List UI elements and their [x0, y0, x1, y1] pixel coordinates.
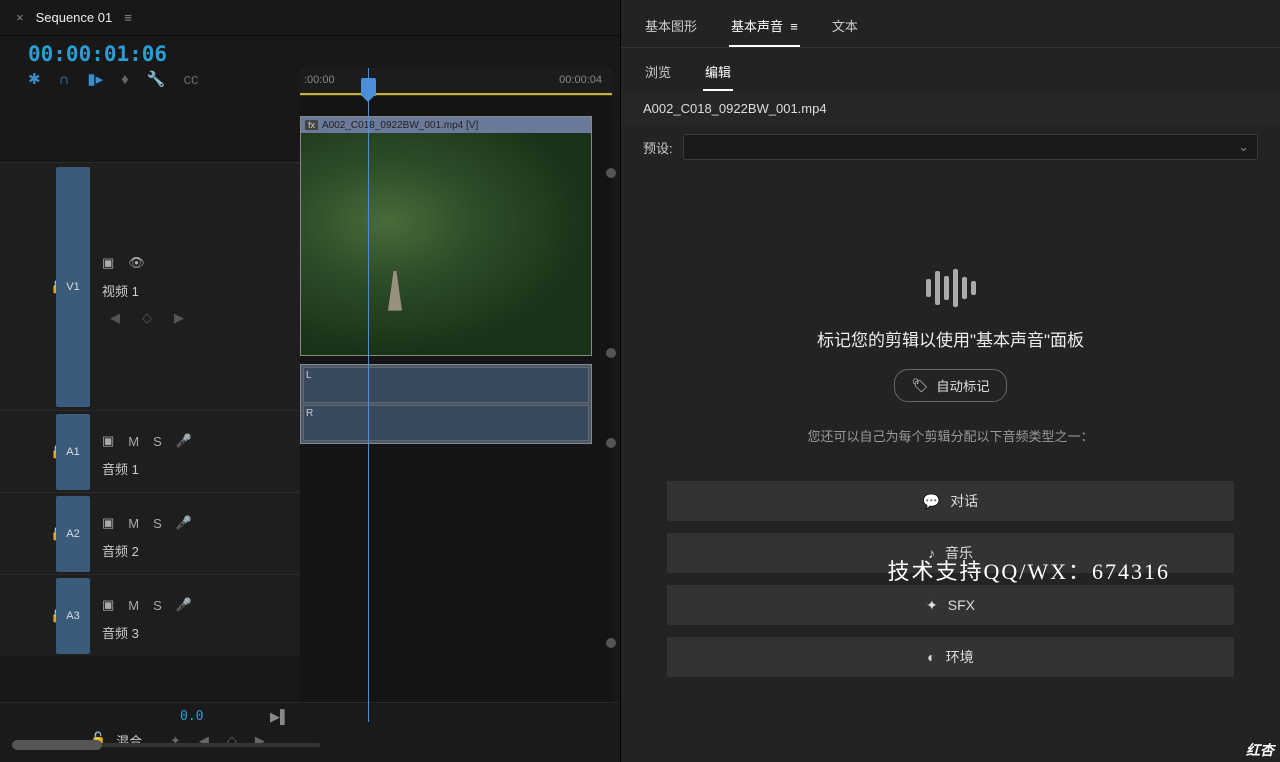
lock-icon[interactable]: 🔓	[0, 444, 50, 460]
playhead-handle[interactable]	[361, 78, 376, 96]
empty-heading: 标记您的剪辑以使用"基本声音"面板	[817, 326, 1084, 351]
close-sequence-icon[interactable]: ×	[16, 10, 24, 25]
mix-value[interactable]: 0.0	[180, 709, 203, 724]
snap-icon[interactable]: ✱	[28, 70, 41, 88]
watermark: 红杏	[1246, 740, 1274, 760]
preset-row: 预设: ⌄	[621, 126, 1280, 168]
auto-tag-button[interactable]: 🏷自动标记	[894, 369, 1006, 402]
track-a2-name: 音频 2	[102, 541, 300, 560]
scrollbar-thumb[interactable]	[12, 740, 102, 750]
clip-name: A002_C018_0922BW_001.mp4 [V]	[322, 120, 478, 131]
mute-button[interactable]: M	[128, 598, 139, 613]
ruler-tick-start: :00:00	[304, 74, 335, 86]
audio-channel-r: R	[303, 405, 589, 441]
sfx-icon: ✦	[926, 597, 938, 614]
track-a1-header[interactable]: 🔓 A1 ▣ M S 🎤 音频 1	[0, 410, 300, 492]
horizontal-scrollbar[interactable]	[12, 740, 320, 750]
tab-graphics[interactable]: 基本图形	[643, 12, 699, 47]
timeline-bottom-bar: 0.0 ▶▌ 🔓 混合 ✦ ◀ ◇ ▶	[0, 702, 620, 762]
wrench-icon[interactable]: 🔧	[147, 70, 166, 88]
toggle-output-icon[interactable]: ▣	[102, 515, 114, 531]
support-overlay-text: 技术支持QQ/WX：674316	[887, 554, 1170, 586]
skip-icon[interactable]: ▶▌	[270, 709, 289, 725]
category-ambience-button[interactable]: ◐环境	[667, 637, 1234, 677]
zoom-handle[interactable]	[606, 438, 616, 448]
work-area-bar[interactable]	[300, 93, 612, 95]
essential-sound-empty: 标记您的剪辑以使用"基本声音"面板 🏷自动标记 您还可以自己为每个剪辑分配以下音…	[621, 168, 1280, 677]
toggle-output-icon[interactable]: ▣	[102, 597, 114, 613]
mute-button[interactable]: M	[128, 434, 139, 449]
preset-dropdown[interactable]: ⌄	[683, 134, 1258, 160]
track-a3-name: 音频 3	[102, 623, 300, 642]
mic-icon[interactable]: 🎤	[176, 597, 192, 613]
clip-thumbnail	[301, 133, 591, 355]
preset-label: 预设:	[643, 138, 673, 157]
next-keyframe-icon[interactable]: ▶	[174, 310, 184, 326]
audio-channel-l: L	[303, 367, 589, 403]
tab-sound[interactable]: 基本声音 ≡	[729, 12, 800, 47]
zoom-handle[interactable]	[606, 638, 616, 648]
empty-subtext: 您还可以自己为每个剪辑分配以下音频类型之一：	[807, 426, 1093, 445]
timeline-area[interactable]: :00:00 00:00:04 fx A002_C018_0922BW_001.…	[300, 68, 612, 722]
waveform-icon	[926, 268, 976, 308]
track-v1-header[interactable]: 🔓 V1 ▣ 👁 视频 1 ◀ ◇ ▶	[0, 162, 300, 410]
sound-subtabs: 浏览 编辑	[621, 48, 1280, 91]
playhead[interactable]	[368, 68, 369, 722]
video-clip[interactable]: fx A002_C018_0922BW_001.mp4 [V]	[300, 116, 592, 356]
zoom-handle[interactable]	[606, 168, 616, 178]
category-sfx-button[interactable]: ✦SFX	[667, 585, 1234, 625]
lock-icon[interactable]: 🔓	[0, 526, 50, 542]
fx-badge[interactable]: fx	[305, 120, 318, 130]
solo-button[interactable]: S	[153, 434, 162, 449]
timeline-panel: × Sequence 01 ≡ 00:00:01:06 ✱ ∩ ▮▸ ♦ 🔧 c…	[0, 0, 620, 762]
selected-file-label: A002_C018_0922BW_001.mp4	[621, 91, 1280, 126]
sequence-header: × Sequence 01 ≡	[0, 0, 620, 36]
track-a2-badge[interactable]: A2	[56, 496, 90, 572]
solo-button[interactable]: S	[153, 598, 162, 613]
solo-button[interactable]: S	[153, 516, 162, 531]
zoom-handle[interactable]	[606, 348, 616, 358]
marker-icon[interactable]: ♦	[121, 71, 129, 88]
track-a1-badge[interactable]: A1	[56, 414, 90, 490]
speech-icon: 💬	[923, 493, 940, 510]
mic-icon[interactable]: 🎤	[176, 433, 192, 449]
essential-sound-panel: 基本图形 基本声音 ≡ 文本 浏览 编辑 A002_C018_0922BW_00…	[620, 0, 1280, 762]
toggle-output-icon[interactable]: ▣	[102, 255, 114, 271]
link-icon[interactable]: ▮▸	[87, 70, 103, 88]
clip-title-bar: fx A002_C018_0922BW_001.mp4 [V]	[301, 117, 591, 133]
tab-text[interactable]: 文本	[830, 12, 860, 47]
ambience-icon: ◐	[927, 649, 935, 665]
panel-tabs: 基本图形 基本声音 ≡ 文本	[621, 0, 1280, 48]
track-a2-header[interactable]: 🔓 A2 ▣ M S 🎤 音频 2	[0, 492, 300, 574]
track-a1-name: 音频 1	[102, 459, 300, 478]
track-v1-badge[interactable]: V1	[56, 167, 90, 407]
timecode-display[interactable]: 00:00:01:06	[0, 36, 620, 66]
lock-icon[interactable]: 🔓	[0, 279, 50, 295]
timeline-ruler[interactable]: :00:00 00:00:04	[300, 68, 612, 96]
track-a3-badge[interactable]: A3	[56, 578, 90, 654]
prev-keyframe-icon[interactable]: ◀	[110, 310, 120, 326]
track-v1-name: 视频 1	[102, 281, 300, 300]
lock-icon[interactable]: 🔓	[0, 608, 50, 624]
sequence-title: Sequence 01	[36, 10, 113, 25]
sequence-menu-icon[interactable]: ≡	[124, 10, 132, 25]
toggle-output-icon[interactable]: ▣	[102, 433, 114, 449]
subtab-browse[interactable]: 浏览	[643, 58, 673, 91]
subtab-edit[interactable]: 编辑	[703, 58, 733, 91]
ruler-tick-end: 00:00:04	[559, 74, 602, 86]
tag-icon: 🏷	[911, 378, 928, 394]
eye-icon[interactable]: 👁	[128, 255, 145, 271]
mute-button[interactable]: M	[128, 516, 139, 531]
mic-icon[interactable]: 🎤	[176, 515, 192, 531]
category-dialog-button[interactable]: 💬对话	[667, 481, 1234, 521]
add-keyframe-icon[interactable]: ◇	[142, 310, 152, 326]
magnet-icon[interactable]: ∩	[59, 71, 70, 88]
track-a3-header[interactable]: 🔓 A3 ▣ M S 🎤 音频 3	[0, 574, 300, 656]
audio-clip[interactable]: L R	[300, 364, 592, 444]
cc-icon[interactable]: cc	[184, 71, 199, 88]
